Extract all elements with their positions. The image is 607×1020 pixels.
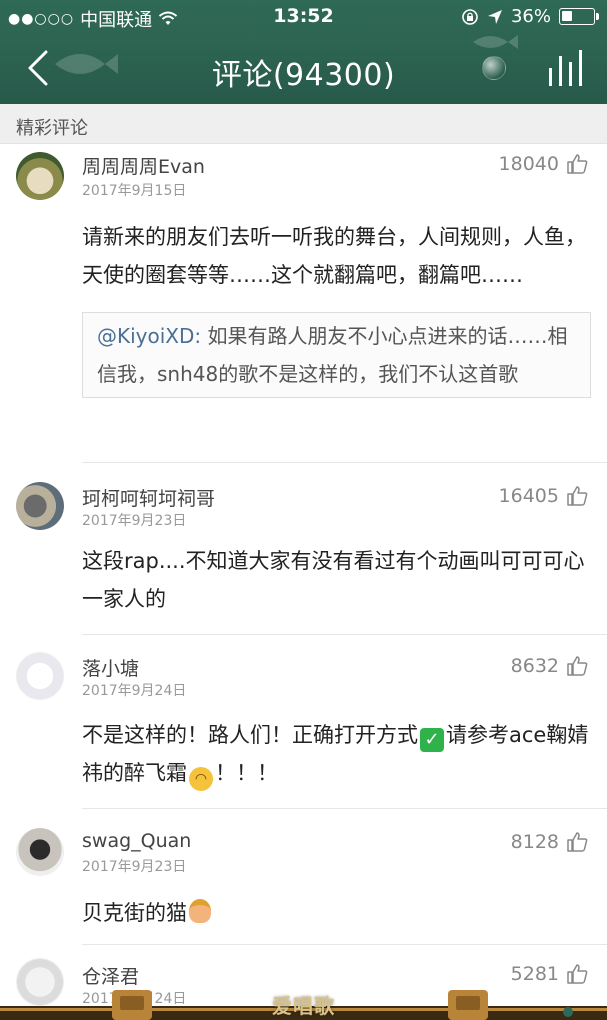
like-count: 8632 [510, 655, 559, 677]
like-button[interactable]: 5281 [511, 962, 589, 986]
like-count: 5281 [510, 963, 559, 985]
bars-icon[interactable] [547, 48, 587, 88]
battery-icon [559, 8, 599, 25]
nav-bar: 评论(94300) [0, 34, 607, 104]
comment-text: 请新来的朋友们去听一听我的舞台，人间规则，人鱼，天使的圈套等等……这个就翻篇吧，… [82, 225, 586, 287]
avatar[interactable] [16, 828, 64, 876]
location-arrow-icon [487, 9, 502, 24]
comment-username[interactable]: 落小塘 [82, 654, 139, 681]
bubble-decoration [482, 56, 506, 80]
thumbs-up-icon [567, 656, 588, 676]
battery-percent: 36% [510, 6, 551, 27]
comment-username[interactable]: 珂柯呵轲坷祠哥 [82, 484, 215, 511]
comment-date: 2017年9月15日 [82, 183, 187, 199]
comment-date: 2017年9月24日 [82, 683, 187, 699]
comment-item: 珂柯呵轲坷祠哥 2017年9月23日 16405 这段rap....不知道大家有… [0, 472, 607, 635]
rotation-lock-icon [462, 8, 478, 25]
divider [82, 944, 607, 945]
comment-username[interactable]: swag_Quan [82, 830, 191, 852]
like-count: 18040 [498, 153, 559, 175]
comment-text: 这段rap....不知道大家有没有看过有个动画叫可可可心一家人的 [82, 549, 585, 611]
comment-date: 2017年9月23日 [82, 859, 187, 875]
divider [82, 462, 607, 463]
comment-text: 贝克街的猫 [82, 894, 592, 932]
avatar[interactable] [16, 482, 64, 530]
like-button[interactable]: 8128 [511, 830, 589, 854]
like-count: 8128 [510, 831, 559, 853]
reply-quote: @KiyoiXD: 如果有路人朋友不小心点进来的话……相信我，snh48的歌不是… [82, 312, 591, 398]
avatar[interactable] [16, 652, 64, 700]
comment-username[interactable]: 仓泽君 [82, 962, 139, 989]
thumbs-up-icon [567, 832, 588, 852]
section-header: 精彩评论 [0, 104, 607, 144]
thumbs-up-icon [567, 154, 588, 174]
app-header: ●●○○○ 中国联通 13:52 36% 评论(94300) [0, 0, 607, 104]
section-label: 精彩评论 [16, 118, 88, 139]
comment-item: swag_Quan 2017年9月23日 8128 贝克街的猫 [0, 818, 607, 945]
laughing-emoji-icon: ◠ [189, 767, 213, 791]
thumbs-up-icon [567, 964, 588, 984]
reply-mention[interactable]: @KiyoiXD: [97, 324, 201, 348]
comment-text-part: 不是这样的！路人们！正确打开方式 [82, 723, 418, 747]
divider [82, 808, 607, 809]
comment-text-part: ！！！ [215, 761, 278, 785]
divider [82, 634, 607, 635]
thumbs-up-icon [567, 486, 588, 506]
like-button[interactable]: 18040 [499, 152, 589, 176]
person-emoji-icon [189, 899, 211, 923]
comment-item: 落小塘 2017年9月24日 8632 不是这样的！路人们！正确打开方式 ✓ 请参考… [0, 644, 607, 809]
comment-text: 不是这样的！路人们！正确打开方式 ✓ 请参考ace鞠婧祎的醉飞霜 ◠！！！ [82, 716, 592, 792]
check-mark-emoji-icon: ✓ [420, 728, 444, 752]
avatar[interactable] [16, 152, 64, 200]
like-button[interactable]: 8632 [511, 654, 589, 678]
watermark: 爱唱歌 [272, 994, 335, 1018]
like-button[interactable]: 16405 [499, 484, 589, 508]
comment-username[interactable]: 周周周周Evan [82, 152, 205, 179]
status-bar: ●●○○○ 中国联通 13:52 36% [0, 0, 607, 34]
like-count: 16405 [498, 485, 559, 507]
page-title: 评论(94300) [211, 58, 396, 93]
comment-item: 周周周周Evan 2017年9月15日 18040 请新来的朋友们去听一听我的舞… [0, 144, 607, 463]
comment-text-part: 贝克街的猫 [82, 901, 187, 925]
comment-date: 2017年9月23日 [82, 513, 187, 529]
